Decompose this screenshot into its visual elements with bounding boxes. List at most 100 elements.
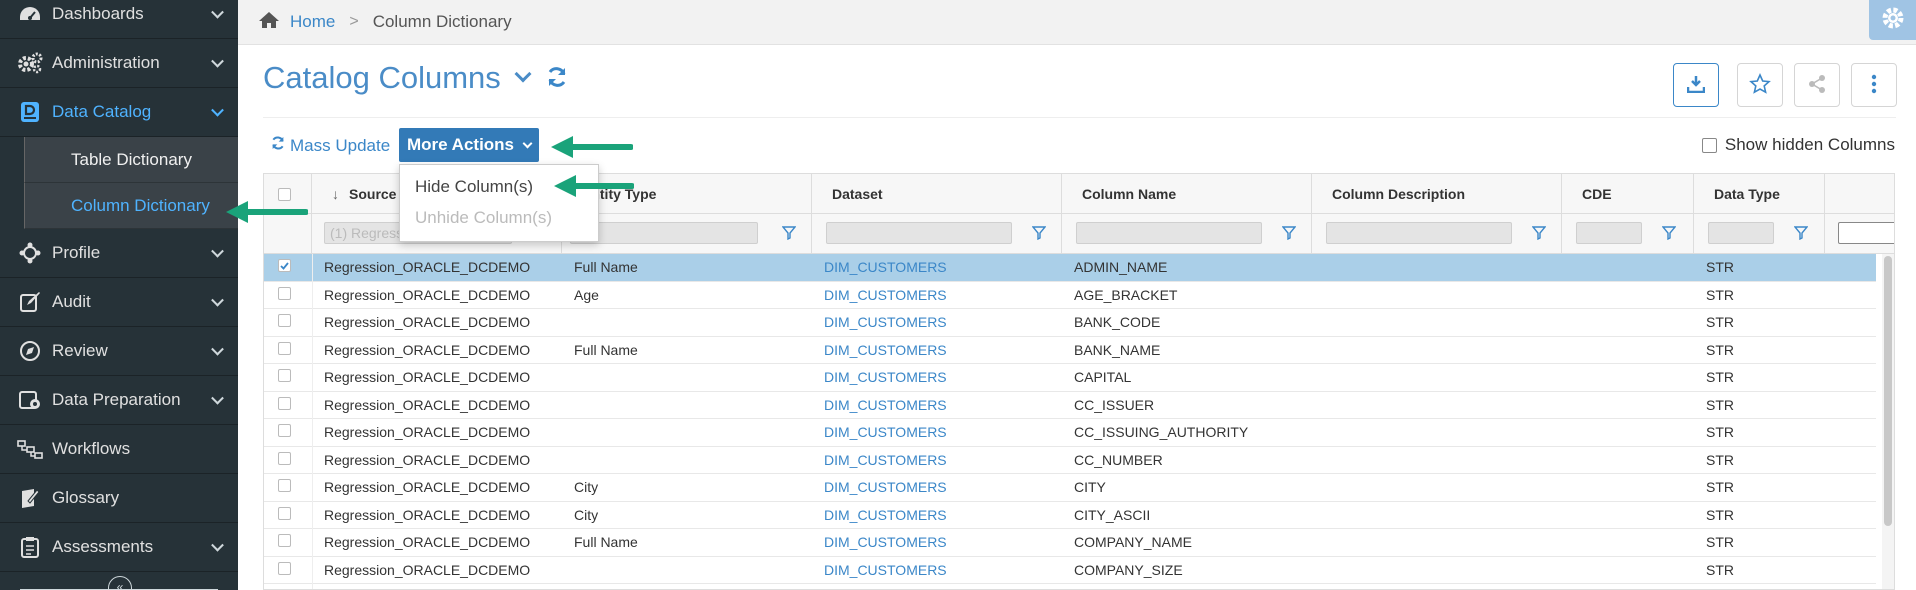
- table-row[interactable]: Regression_ORACLE_DCDEMO City DIM_CUSTOMER…: [264, 502, 1876, 529]
- cell-dataset[interactable]: DIM_CUSTOMERS: [824, 507, 947, 523]
- column-header-column-description[interactable]: Column Description: [1312, 174, 1562, 214]
- breadcrumb-home-link[interactable]: Home: [290, 12, 335, 32]
- filter-icon[interactable]: [1532, 226, 1546, 240]
- row-checkbox[interactable]: [278, 479, 291, 492]
- sidebar-item-profile[interactable]: Profile: [0, 229, 238, 278]
- row-checkbox[interactable]: [278, 451, 291, 465]
- chevron-down-icon: [211, 538, 224, 552]
- table-row[interactable]: Regression_ORACLE_DCDEMO Full Name DIM_CUS…: [264, 254, 1876, 282]
- cell-dataset[interactable]: DIM_CUSTOMERS: [824, 259, 947, 275]
- row-checkbox[interactable]: [278, 259, 291, 272]
- sidebar-item-table-dictionary[interactable]: Table Dictionary: [24, 137, 238, 183]
- refresh-icon[interactable]: [545, 60, 569, 96]
- filter-icon[interactable]: [1032, 226, 1046, 240]
- cell-dataset[interactable]: DIM_CUSTOMERS: [824, 369, 947, 385]
- table-row[interactable]: Regression_ORACLE_DCDEMO DIM_CUSTOMERS CC_…: [264, 447, 1876, 474]
- table-row[interactable]: Regression_ORACLE_DCDEMO Full Name DIM_CUS…: [264, 337, 1876, 364]
- cell-dataset[interactable]: DIM_CUSTOMERS: [824, 287, 947, 303]
- table-row[interactable]: Regression_ORACLE_DCDEMO City DIM_CUSTOMER…: [264, 474, 1876, 502]
- unhide-columns-menu-item[interactable]: Unhide Column(s): [400, 202, 598, 233]
- sidebar-item-data-preparation[interactable]: Data Preparation: [0, 376, 238, 425]
- sidebar-item-dashboards[interactable]: Dashboards: [0, 0, 238, 39]
- cell-source: Regression_ORACLE_DCDEMO: [324, 561, 531, 578]
- cell-column-name: CC_ISSUING_AUTHORITY: [1074, 424, 1249, 440]
- row-checkbox[interactable]: [278, 369, 291, 382]
- cell-dataset[interactable]: DIM_CUSTOMERS: [824, 562, 947, 578]
- more-options-button[interactable]: [1851, 63, 1897, 107]
- sidebar-item-label: Data Catalog: [52, 102, 152, 121]
- filter-icon[interactable]: [782, 226, 796, 240]
- table-row[interactable]: Regression_ORACLE_DCDEMO DIM_CUSTOMERS BAN…: [264, 309, 1876, 337]
- mass-update-button[interactable]: Mass Update: [270, 135, 390, 156]
- row-checkbox[interactable]: [278, 424, 291, 437]
- cell-column-name: CC_NUMBER: [1074, 451, 1163, 468]
- show-hidden-columns-toggle[interactable]: Show hidden Columns: [1701, 135, 1895, 155]
- table-row[interactable]: Regression_ORACLE_DCDEMO DIM_CUSTOMERS CC_…: [264, 419, 1876, 447]
- settings-button[interactable]: [1869, 0, 1916, 40]
- sidebar-item-assessments[interactable]: Assessments: [0, 523, 238, 572]
- cell-source: Regression_ORACLE_DCDEMO: [324, 259, 531, 275]
- table-row[interactable]: Regression_ORACLE_DCDEMO DIM_CUSTOMERS CAP…: [264, 364, 1876, 392]
- favorite-button[interactable]: [1737, 63, 1783, 107]
- share-button[interactable]: [1794, 63, 1840, 107]
- cell-dataset[interactable]: DIM_CUSTOMERS: [824, 452, 947, 468]
- column-name-filter-input[interactable]: [1076, 222, 1262, 244]
- table-row[interactable]: Regression_ORACLE_DCDEMO DIM_CUSTOMERS COM…: [264, 557, 1876, 584]
- scrollbar-thumb[interactable]: [1884, 256, 1892, 526]
- vertical-ellipsis-icon: [1871, 74, 1877, 97]
- header-label: Dataset: [832, 186, 883, 202]
- sidebar-item-audit[interactable]: Audit: [0, 278, 238, 327]
- home-icon[interactable]: [258, 11, 280, 34]
- row-checkbox[interactable]: [278, 534, 291, 547]
- column-header-cde[interactable]: CDE: [1562, 174, 1694, 214]
- cell-data-type: STR: [1706, 396, 1734, 413]
- sidebar-item-review[interactable]: Review: [0, 327, 238, 376]
- filter-icon[interactable]: [1282, 226, 1296, 240]
- show-hidden-checkbox[interactable]: [1701, 137, 1717, 153]
- chevron-down-icon: [522, 138, 533, 148]
- filter-cell: [1062, 214, 1312, 254]
- sidebar-item-column-dictionary[interactable]: Column Dictionary: [24, 183, 238, 229]
- cde-filter-input[interactable]: [1576, 222, 1642, 244]
- cell-source: Regression_ORACLE_DCDEMO: [324, 396, 531, 413]
- cell-dataset[interactable]: DIM_CUSTOMERS: [824, 342, 947, 358]
- filter-icon[interactable]: [1662, 226, 1676, 240]
- row-checkbox[interactable]: [278, 341, 291, 355]
- row-checkbox[interactable]: [278, 396, 291, 410]
- annotation-arrow-icon: [226, 201, 308, 223]
- header-label: Data Type: [1714, 186, 1780, 202]
- cell-data-type: STR: [1706, 314, 1734, 330]
- row-checkbox[interactable]: [278, 561, 291, 575]
- column-description-filter-input[interactable]: [1326, 222, 1512, 244]
- page-title-text: Catalog Columns: [263, 60, 501, 95]
- data-type-filter-input[interactable]: [1708, 222, 1774, 244]
- table-row[interactable]: Regression_ORACLE_DCDEMO DIM_CUSTOMERS CC_…: [264, 392, 1876, 419]
- extra-filter-input[interactable]: [1838, 222, 1894, 244]
- filter-icon[interactable]: [1794, 226, 1808, 240]
- column-header-column-name[interactable]: Column Name: [1062, 174, 1312, 214]
- row-checkbox[interactable]: [278, 286, 291, 300]
- row-checkbox[interactable]: [278, 506, 291, 520]
- page-title[interactable]: Catalog Columns: [263, 60, 569, 96]
- cell-column-name: CITY_ASCII: [1074, 506, 1151, 523]
- table-row[interactable]: Regression_ORACLE_DCDEMO Full Name DIM_CUS…: [264, 529, 1876, 557]
- column-header-data-type[interactable]: Data Type: [1694, 174, 1825, 214]
- cell-source: Regression_ORACLE_DCDEMO: [324, 424, 531, 440]
- sidebar-item-data-catalog[interactable]: Data Catalog: [0, 88, 238, 137]
- sidebar-item-administration[interactable]: Administration: [0, 39, 238, 88]
- column-header-dataset[interactable]: Dataset: [812, 174, 1062, 214]
- sidebar-item-glossary[interactable]: Glossary: [0, 474, 238, 523]
- dataset-filter-input[interactable]: [826, 222, 1012, 244]
- cell-dataset[interactable]: DIM_CUSTOMERS: [824, 397, 947, 413]
- cell-dataset[interactable]: DIM_CUSTOMERS: [824, 314, 947, 330]
- download-button[interactable]: [1673, 63, 1719, 107]
- cell-dataset[interactable]: DIM_CUSTOMERS: [824, 479, 947, 495]
- row-checkbox[interactable]: [278, 314, 291, 327]
- table-row[interactable]: Regression_ORACLE_DCDEMO Age DIM_CUSTOMERS…: [264, 282, 1876, 309]
- cell-source: Regression_ORACLE_DCDEMO: [324, 341, 531, 358]
- collapse-sidebar-button[interactable]: «: [108, 576, 132, 590]
- cell-dataset[interactable]: DIM_CUSTOMERS: [824, 424, 947, 440]
- cell-dataset[interactable]: DIM_CUSTOMERS: [824, 534, 947, 550]
- sidebar-item-workflows[interactable]: Workflows: [0, 425, 238, 474]
- more-actions-button[interactable]: More Actions: [399, 128, 539, 162]
